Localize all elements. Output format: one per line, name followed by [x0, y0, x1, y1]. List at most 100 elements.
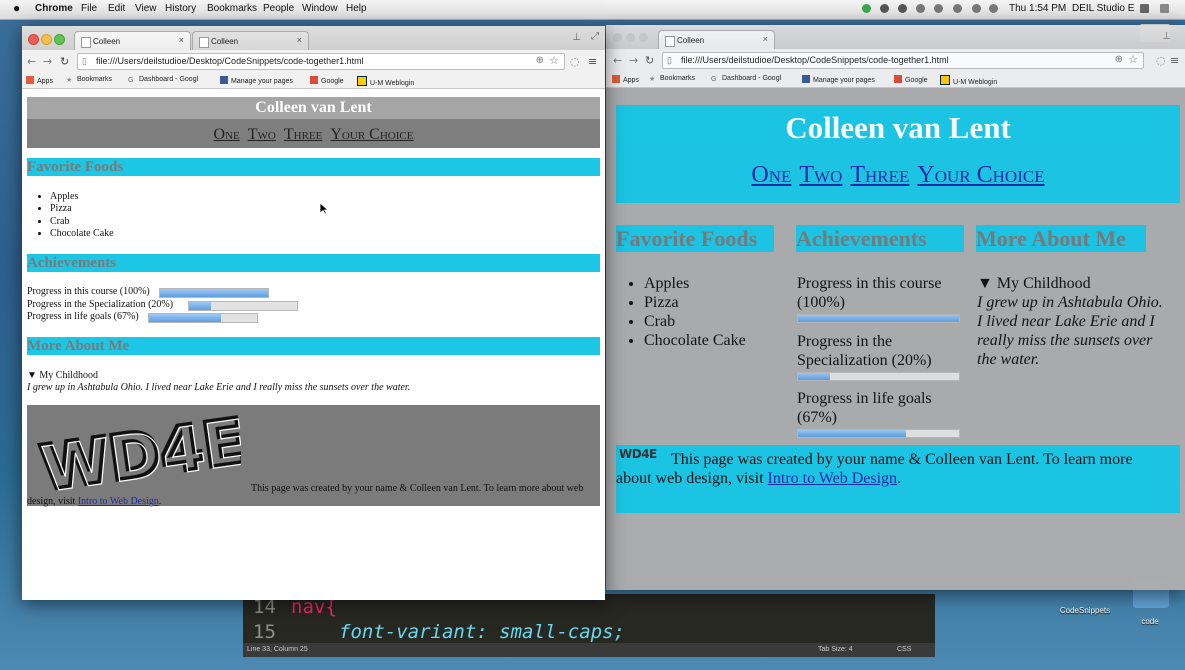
tray-dropbox-icon[interactable]	[898, 4, 907, 13]
menu-file[interactable]: File	[81, 3, 97, 14]
zoom-window-icon[interactable]	[54, 34, 65, 45]
details-summary[interactable]: ▼ My Childhood	[977, 274, 1157, 293]
bookmark-dashboard[interactable]: G Dashboard - Googl	[128, 76, 198, 85]
minimize-window-icon[interactable]	[626, 33, 635, 42]
menu-hamburger-icon[interactable]: ≡	[1170, 54, 1179, 67]
forward-icon[interactable]: →	[629, 54, 638, 67]
tab-close-icon[interactable]: ×	[297, 35, 302, 45]
foods-list: Apples Pizza Crab Chocolate Cake	[616, 274, 746, 350]
nav-link-two[interactable]: Two	[799, 162, 842, 188]
reload-icon[interactable]: ↻	[645, 54, 654, 67]
page-header: Colleen van Lent One Two Three Your Choi…	[616, 105, 1180, 203]
fullscreen-icon[interactable]: ⤢	[591, 31, 599, 42]
progress-bar	[159, 288, 269, 298]
menu-hamburger-icon[interactable]: ≡	[588, 55, 597, 68]
details-summary[interactable]: ▼ My Childhood	[27, 370, 98, 381]
status-tab-size[interactable]: Tab Size: 4	[818, 646, 853, 653]
forward-icon[interactable]: →	[43, 55, 52, 68]
profile-icon[interactable]: ⊥	[1162, 31, 1171, 42]
intro-web-design-link[interactable]: Intro to Web Design	[78, 496, 159, 507]
close-window-icon[interactable]	[613, 33, 622, 42]
page-footer: WD4E WD4E This page was created by your …	[27, 405, 600, 507]
bookmark-bookmarks[interactable]: ★ Bookmarks	[649, 75, 695, 83]
progress-label: Progress in life goals (67%)	[797, 390, 932, 426]
tray-display-icon[interactable]	[916, 4, 925, 13]
notification-center-icon[interactable]	[1160, 4, 1169, 13]
back-icon[interactable]: ←	[613, 54, 622, 67]
menu-bookmarks[interactable]: Bookmarks	[207, 3, 257, 14]
list-item: Pizza	[50, 203, 114, 215]
nav-link-three[interactable]: Three	[284, 126, 323, 143]
bookmark-manage-pages[interactable]: Manage your pages	[220, 76, 293, 85]
wifi-icon[interactable]	[972, 4, 981, 13]
nav-link-three[interactable]: Three	[850, 162, 909, 188]
menu-edit[interactable]: Edit	[108, 3, 125, 14]
url-text[interactable]: file:///Users/deilstudioe/Desktop/CodeSn…	[96, 56, 364, 66]
menu-people[interactable]: People	[263, 3, 294, 14]
apple-menu-icon[interactable]: ●	[13, 1, 20, 15]
address-bar[interactable]: ▯ file:///Users/deilstudioe/Desktop/Code…	[662, 52, 1144, 69]
spotlight-icon[interactable]	[1140, 4, 1149, 13]
url-text[interactable]: file:///Users/deilstudioe/Desktop/CodeSn…	[681, 55, 949, 65]
bookmark-um-weblogin[interactable]: U-M Weblogin	[357, 76, 414, 87]
zoom-window-icon[interactable]	[639, 33, 648, 42]
volume-icon[interactable]	[989, 4, 998, 13]
tray-time-machine-icon[interactable]	[934, 4, 943, 13]
extension-icon[interactable]: ◌	[570, 55, 580, 68]
tab-colleen-active[interactable]: Colleen ×	[74, 31, 191, 51]
desktop-icon-label-code[interactable]: code	[1128, 617, 1172, 626]
bookmark-apps[interactable]: Apps	[612, 75, 639, 84]
bookmark-um-weblogin[interactable]: U-M Weblogin	[940, 75, 997, 86]
tab-colleen[interactable]: Colleen ×	[658, 30, 775, 50]
zoom-icon[interactable]: ⊕	[1115, 54, 1123, 65]
status-syntax[interactable]: CSS	[897, 646, 911, 653]
code-line[interactable]: font-variant: small-caps;	[339, 621, 625, 643]
bookmark-dashboard[interactable]: G Dashboard - Googl	[711, 75, 781, 84]
menu-user[interactable]: DEIL Studio E	[1072, 3, 1134, 14]
bookmark-star-icon[interactable]: ☆	[1128, 53, 1138, 66]
bookmark-google[interactable]: Google	[310, 76, 344, 85]
tab-colleen-second[interactable]: Colleen ×	[192, 31, 309, 51]
close-window-icon[interactable]	[28, 34, 39, 45]
bookmark-bookmarks[interactable]: ★ Bookmarks	[66, 76, 112, 84]
tab-title: Colleen	[93, 37, 121, 46]
browser-window-left: Colleen × Colleen × ⊥ ⤢ ← → ↻ ▯ file:///…	[22, 26, 605, 600]
back-icon[interactable]: ←	[27, 55, 36, 68]
reload-icon[interactable]: ↻	[60, 55, 69, 68]
main-nav: One Two Three Your Choice	[616, 162, 1180, 189]
browser-window-right: Colleen × ⊥ ← → ↻ ▯ file:///Users/deilst…	[606, 25, 1185, 590]
intro-web-design-link[interactable]: Intro to Web Design	[768, 470, 898, 487]
tray-bluetooth-icon[interactable]	[953, 4, 962, 13]
desktop-icon-label-codesnippets[interactable]: CodeSnippets	[1055, 606, 1115, 615]
nav-link-one[interactable]: One	[751, 162, 791, 188]
list-item: Apples	[50, 191, 114, 203]
menu-clock[interactable]: Thu 1:54 PM	[1009, 3, 1066, 14]
nav-link-one[interactable]: One	[214, 126, 240, 143]
footer-text: This page was created by your name & Col…	[616, 450, 1156, 488]
menu-app-chrome[interactable]: Chrome	[35, 3, 73, 14]
nav-link-two[interactable]: Two	[248, 126, 276, 143]
bookmark-apps[interactable]: Apps	[26, 76, 53, 85]
menu-view[interactable]: View	[135, 3, 157, 14]
tab-close-icon[interactable]: ×	[179, 35, 184, 45]
address-bar[interactable]: ▯ file:///Users/deilstudioe/Desktop/Code…	[77, 53, 565, 70]
tab-close-icon[interactable]: ×	[763, 34, 768, 44]
profile-icon[interactable]: ⊥	[572, 32, 581, 43]
zoom-icon[interactable]: ⊕	[536, 55, 544, 66]
menu-history[interactable]: History	[165, 3, 196, 14]
nav-link-your-choice[interactable]: Your Choice	[917, 162, 1044, 188]
page-content: Colleen van Lent One Two Three Your Choi…	[606, 88, 1185, 590]
status-green-icon[interactable]	[862, 4, 871, 13]
bookmark-manage-pages[interactable]: Manage your pages	[802, 75, 875, 84]
menu-help[interactable]: Help	[346, 3, 367, 14]
progress-bar	[188, 301, 298, 311]
menu-window[interactable]: Window	[302, 3, 338, 14]
minimize-window-icon[interactable]	[41, 34, 52, 45]
tab-title: Colleen	[677, 36, 705, 45]
extension-icon[interactable]: ◌	[1156, 54, 1166, 67]
nav-link-your-choice[interactable]: Your Choice	[330, 126, 413, 143]
bookmark-star-icon[interactable]: ☆	[549, 54, 559, 67]
bookmark-google[interactable]: Google	[894, 75, 928, 84]
tray-evernote-icon[interactable]	[880, 4, 889, 13]
progress-label: Progress in this course (100%)	[27, 286, 150, 297]
